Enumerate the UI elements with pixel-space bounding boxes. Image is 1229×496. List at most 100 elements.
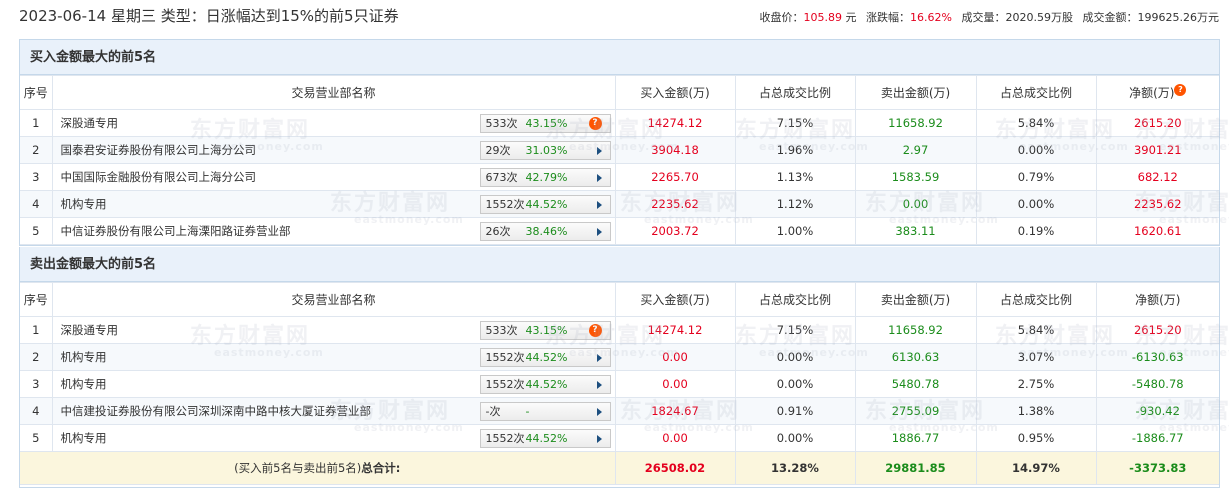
net-amount: 2235.62	[1095, 190, 1219, 218]
play-arrow-icon[interactable]	[596, 147, 602, 155]
broker-cell: 中信证券股份有限公司上海溧阳路证券营业部 26次 38.46%	[51, 217, 616, 245]
broker-success-rate: 31.03%	[525, 144, 568, 157]
broker-name-link[interactable]: 机构专用	[61, 349, 107, 365]
page-header: 2023-06-14 星期三 类型：日涨幅达到15%的前5只证券 收盘价：105…	[0, 0, 1229, 32]
broker-name-link[interactable]: 中信建投证券股份有限公司深圳深南中路中核大厦证券营业部	[61, 403, 372, 419]
broker-success-rate: -	[525, 405, 530, 418]
amount-value: 199625.26万元	[1137, 11, 1220, 24]
col-header-buy: 买入金额(万)	[614, 282, 736, 317]
volume-value: 2020.59万股	[1005, 11, 1074, 24]
col-header-net-label: 净额(万)	[1129, 86, 1175, 100]
broker-times: 1552次	[485, 198, 525, 211]
buy-amount: 2265.70	[614, 163, 736, 191]
play-arrow-icon[interactable]	[596, 228, 602, 236]
sell-amount: 0.00	[854, 190, 977, 218]
sell-ratio: 1.38%	[975, 397, 1097, 425]
broker-name-link[interactable]: 机构专用	[61, 376, 107, 392]
net-amount: 2615.20	[1095, 109, 1219, 137]
broker-stats-button[interactable]: 1552次44.52%	[479, 195, 611, 214]
broker-stats-button[interactable]: 533次 43.15%?	[479, 321, 611, 340]
play-arrow-icon[interactable]	[596, 201, 602, 209]
row-index: 1	[20, 109, 53, 137]
broker-stats-button[interactable]: 29次 31.03%	[479, 141, 611, 160]
broker-name-link[interactable]: 国泰君安证券股份有限公司上海分公司	[61, 142, 257, 158]
row-index: 5	[20, 424, 53, 452]
play-arrow-icon[interactable]	[596, 408, 602, 416]
quote-summary: 收盘价：105.89 元 涨跌幅：16.62% 成交量：2020.59万股 成交…	[760, 9, 1219, 25]
buy-amount: 1824.67	[614, 397, 736, 425]
buy-amount: 0.00	[614, 424, 736, 452]
sell-amount: 6130.63	[854, 343, 977, 371]
broker-success-rate: 44.52%	[525, 378, 568, 391]
broker-name-link[interactable]: 中信证券股份有限公司上海溧阳路证券营业部	[61, 223, 291, 239]
question-icon[interactable]: ?	[1174, 84, 1187, 96]
broker-stats-button[interactable]: 26次 38.46%	[479, 222, 611, 241]
total-net: -3373.83	[1095, 451, 1219, 485]
sell-ratio: 0.95%	[975, 424, 1097, 452]
buy-ratio: 1.12%	[734, 190, 856, 218]
buy-top5-panel: 买入金额最大的前5名 序号 交易营业部名称 买入金额(万) 占总成交比例 卖出金…	[19, 39, 1220, 246]
broker-stats-button[interactable]: 1552次44.52%	[479, 429, 611, 448]
col-header-idx: 序号	[20, 282, 53, 317]
col-header-sell-pct: 占总成交比例	[975, 75, 1097, 110]
close-price-unit: 元	[845, 11, 857, 24]
change-label: 涨跌幅：	[866, 11, 911, 24]
col-header-idx: 序号	[20, 75, 53, 110]
buy-amount: 0.00	[614, 343, 736, 371]
table-row: 3 中国国际金融股份有限公司上海分公司 673次 42.79% 2265.70 1.13%…	[20, 163, 1219, 191]
broker-stats-button[interactable]: -次 -	[479, 402, 611, 421]
broker-cell: 深股通专用 533次 43.15%?	[51, 109, 616, 137]
buy-table: 序号 交易营业部名称 买入金额(万) 占总成交比例 卖出金额(万) 占总成交比例…	[20, 75, 1219, 245]
buy-ratio: 0.00%	[734, 370, 856, 398]
amount-label: 成交金额：	[1082, 11, 1138, 24]
broker-name-link[interactable]: 机构专用	[61, 430, 107, 446]
play-arrow-icon[interactable]	[596, 381, 602, 389]
play-arrow-icon[interactable]	[596, 174, 602, 182]
table-row: 4 机构专用 1552次44.52% 2235.62 1.12% 0.00 0.00% 223…	[20, 190, 1219, 218]
buy-amount: 2235.62	[614, 190, 736, 218]
net-amount: 682.12	[1095, 163, 1219, 191]
broker-stats-button[interactable]: 673次 42.79%	[479, 168, 611, 187]
broker-name-link[interactable]: 机构专用	[61, 196, 107, 212]
broker-stats-button[interactable]: 1552次44.52%	[479, 375, 611, 394]
broker-cell: 中信建投证券股份有限公司深圳深南中路中核大厦证券营业部 -次 -	[51, 397, 616, 425]
sell-amount: 11658.92	[854, 109, 977, 137]
total-label-prefix: (买入前5名与卖出前5名)	[234, 461, 362, 475]
close-price-label: 收盘价：	[759, 11, 804, 24]
buy-section-title: 买入金额最大的前5名	[20, 40, 1219, 75]
sell-section-title: 卖出金额最大的前5名	[20, 247, 1219, 282]
buy-ratio: 1.13%	[734, 163, 856, 191]
broker-name-link[interactable]: 深股通专用	[61, 322, 119, 338]
broker-stats-button[interactable]: 1552次44.52%	[479, 348, 611, 367]
row-index: 4	[20, 190, 53, 218]
table-row: 1 深股通专用 533次 43.15%? 14274.12 7.15% 11658.92 5.…	[20, 316, 1219, 344]
broker-success-rate: 42.79%	[525, 171, 568, 184]
question-icon[interactable]: ?	[588, 324, 602, 337]
broker-cell: 机构专用 1552次44.52%	[51, 190, 616, 218]
broker-times: 26次	[485, 225, 511, 238]
col-header-sell: 卖出金额(万)	[854, 282, 977, 317]
broker-cell: 机构专用 1552次44.52%	[51, 424, 616, 452]
broker-name-link[interactable]: 深股通专用	[61, 115, 119, 131]
volume-label: 成交量：	[961, 11, 1006, 24]
sell-amount: 5480.78	[854, 370, 977, 398]
broker-cell: 中国国际金融股份有限公司上海分公司 673次 42.79%	[51, 163, 616, 191]
play-arrow-icon[interactable]	[596, 435, 602, 443]
row-index: 3	[20, 163, 53, 191]
buy-ratio: 7.15%	[734, 316, 856, 344]
broker-times: 1552次	[485, 351, 525, 364]
broker-stats-button[interactable]: 533次 43.15%?	[479, 114, 611, 133]
table-row: 4 中信建投证券股份有限公司深圳深南中路中核大厦证券营业部 -次 - 1824.67 0.…	[20, 397, 1219, 425]
table-row: 1 深股通专用 533次 43.15%? 14274.12 7.15% 11658.92 5.…	[20, 109, 1219, 137]
question-icon[interactable]: ?	[588, 117, 602, 130]
table-row: 3 机构专用 1552次44.52% 0.00 0.00% 5480.78 2.75% -54…	[20, 370, 1219, 398]
sell-amount: 2.97	[854, 136, 977, 164]
broker-name-link[interactable]: 中国国际金融股份有限公司上海分公司	[61, 169, 257, 185]
row-index: 1	[20, 316, 53, 344]
sell-ratio: 0.00%	[975, 190, 1097, 218]
broker-success-rate: 44.52%	[525, 432, 568, 445]
row-index: 2	[20, 343, 53, 371]
play-arrow-icon[interactable]	[596, 354, 602, 362]
sell-ratio: 3.07%	[975, 343, 1097, 371]
broker-cell: 机构专用 1552次44.52%	[51, 343, 616, 371]
